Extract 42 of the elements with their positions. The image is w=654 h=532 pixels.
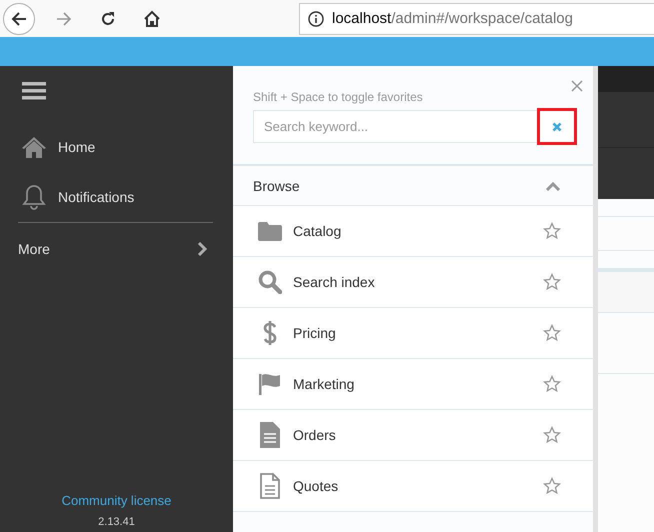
star-outline-icon[interactable] — [543, 426, 561, 444]
url-text: localhost/admin#/workspace/catalog — [332, 10, 573, 27]
dollar-icon — [263, 320, 277, 346]
sidebar-item[interactable]: Notifications — [0, 172, 233, 222]
star-outline-icon[interactable] — [543, 324, 561, 342]
back-button[interactable] — [3, 2, 35, 34]
chevron-right-icon — [197, 242, 207, 256]
star-outline-icon[interactable] — [543, 222, 561, 240]
reload-icon — [99, 10, 117, 28]
version-text: 2.13.41 — [98, 516, 135, 528]
bell-icon — [22, 184, 46, 210]
document-icon — [260, 422, 280, 448]
search-field[interactable]: Search keyword... — [253, 110, 575, 143]
browse-item[interactable]: Search index — [233, 257, 593, 308]
license-link[interactable]: Community license — [62, 493, 172, 508]
menu-icon — [22, 80, 46, 102]
hint-text: Shift + Space to toggle favorites — [253, 90, 424, 104]
browse-item[interactable]: Orders — [233, 410, 593, 461]
folder-icon — [258, 221, 282, 241]
close-icon — [571, 80, 583, 92]
star-outline-icon[interactable] — [543, 273, 561, 291]
browse-item[interactable]: Catalog — [233, 206, 593, 257]
menu-button[interactable] — [22, 80, 46, 102]
sidebar-item[interactable]: More — [0, 223, 233, 275]
document-icon — [260, 473, 280, 499]
info-icon — [308, 10, 324, 26]
star-outline-icon[interactable] — [543, 477, 561, 495]
close-button[interactable] — [571, 80, 583, 92]
address-bar[interactable]: localhost/admin#/workspace/catalog — [299, 2, 654, 34]
clear-button[interactable] — [537, 108, 577, 145]
flag-icon — [258, 373, 282, 395]
browse-item[interactable]: Marketing — [233, 359, 593, 410]
house-icon — [22, 136, 46, 158]
sidebar-item[interactable]: Home — [0, 122, 233, 172]
star-outline-icon[interactable] — [543, 375, 561, 393]
browse-item[interactable]: Quotes — [233, 461, 593, 512]
house-icon — [143, 10, 161, 28]
clear-icon — [552, 122, 562, 132]
search-icon — [258, 270, 282, 294]
browse-item[interactable]: Pricing — [233, 308, 593, 359]
back-arrow-icon — [10, 10, 28, 28]
forward-arrow-icon — [55, 10, 73, 28]
